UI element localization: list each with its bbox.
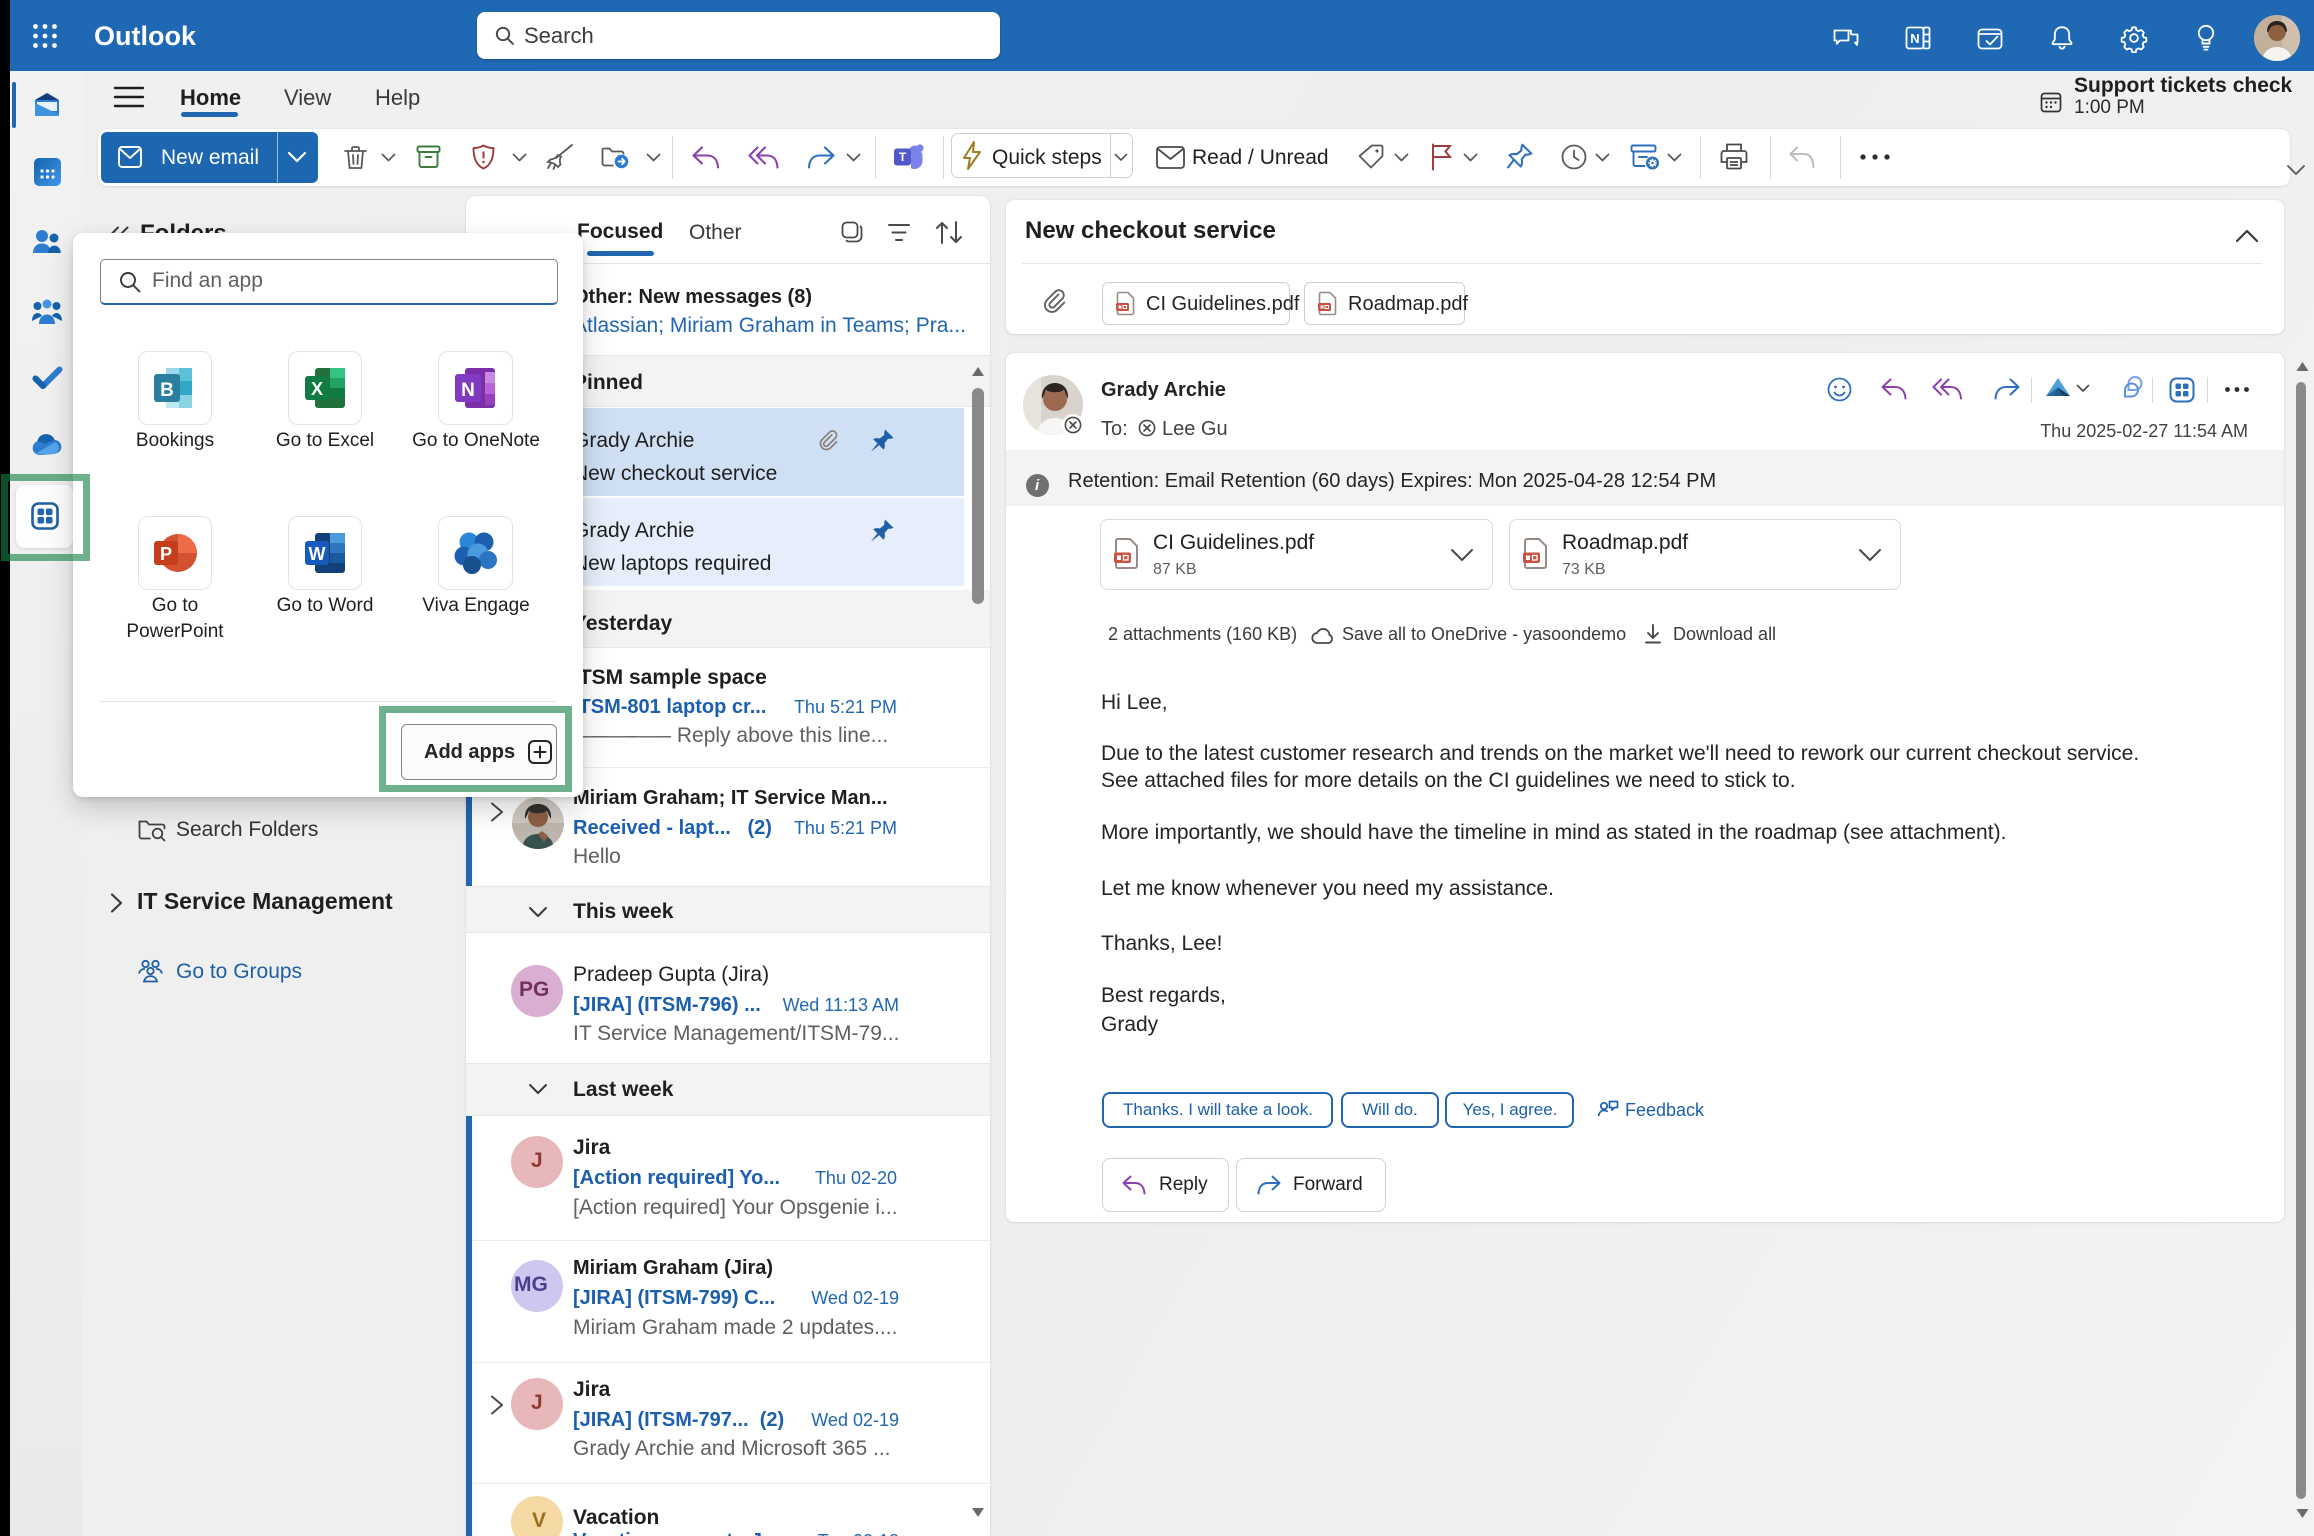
svg-text:X: X [311, 379, 323, 399]
svg-text:N: N [461, 380, 475, 401]
svg-text:N: N [1910, 31, 1919, 46]
svg-text:T: T [899, 150, 907, 164]
svg-text:B: B [160, 380, 174, 401]
svg-text:P: P [160, 544, 172, 564]
svg-text:W: W [309, 544, 326, 564]
